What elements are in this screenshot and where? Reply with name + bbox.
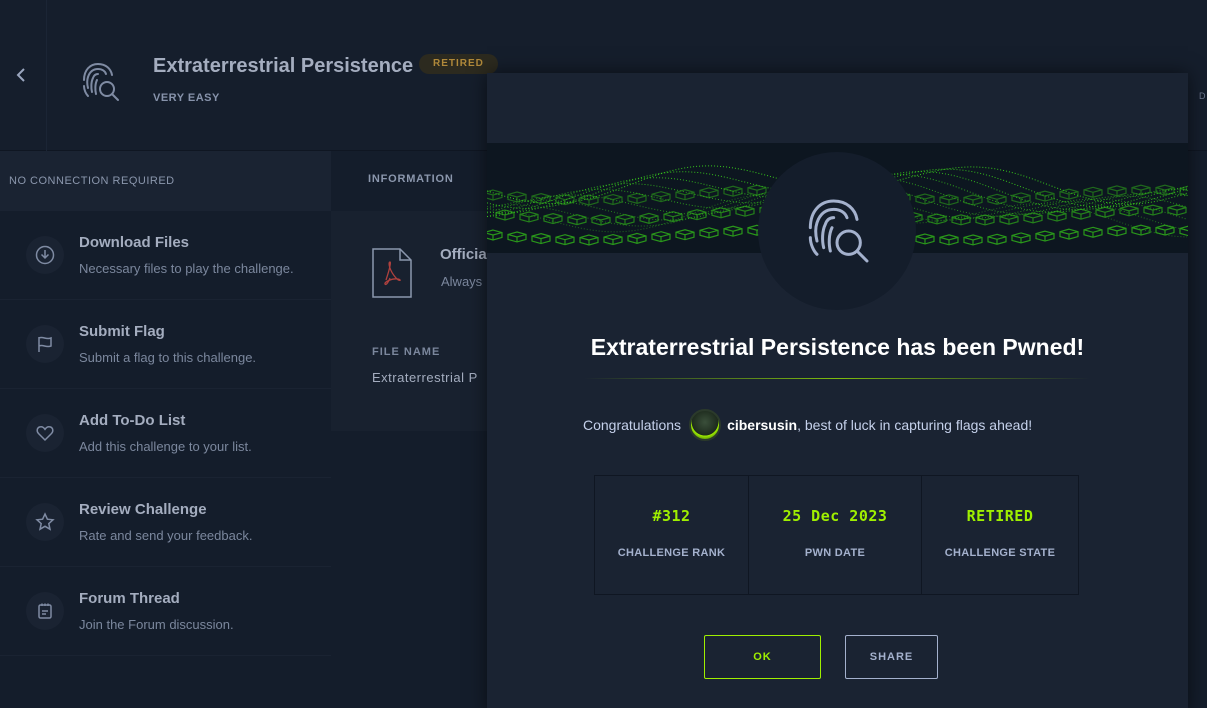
stat-pwn-date: 25 Dec 2023 PWN DATE [749, 476, 922, 594]
pwned-modal: Extraterrestrial Persistence has been Pw… [487, 73, 1188, 708]
sidebar-item-desc: Add this challenge to your list. [79, 439, 252, 454]
congrats-prefix: Congratulations [583, 417, 682, 433]
sidebar-item-forum-thread[interactable]: Forum Thread Join the Forum discussion. [0, 567, 331, 656]
congrats-suffix: , best of luck in capturing flags ahead! [797, 417, 1033, 433]
stats-grid: #312 CHALLENGE RANK 25 Dec 2023 PWN DATE… [594, 475, 1079, 595]
forum-icon [26, 592, 64, 630]
sidebar-item-title: Submit Flag [79, 323, 165, 340]
back-column [0, 0, 47, 151]
difficulty-label: VERY EASY [153, 92, 220, 104]
file-name-label: FILE NAME [372, 346, 441, 358]
congrats-line: Congratulations cibersusin , best of luc… [583, 408, 1032, 442]
ok-button[interactable]: OK [704, 635, 821, 679]
pdf-file-icon [372, 248, 412, 298]
sidebar-item-desc: Rate and send your feedback. [79, 528, 253, 543]
stat-value: 25 Dec 2023 [782, 507, 888, 525]
sidebar-item-download-files[interactable]: Download Files Necessary files to play t… [0, 211, 331, 300]
stat-label: PWN DATE [804, 547, 866, 559]
stat-challenge-rank: #312 CHALLENGE RANK [595, 476, 749, 594]
pwned-title: Extraterrestrial Persistence has been Pw… [590, 334, 1085, 360]
content-tabs: INFORMATION [331, 151, 491, 211]
stat-label: CHALLENGE STATE [944, 547, 1056, 559]
sidebar-item-title: Forum Thread [79, 590, 180, 607]
stat-value: #312 [652, 507, 691, 525]
status-badge: RETIRED [419, 54, 498, 74]
user-avatar [689, 409, 722, 441]
sidebar-item-add-todo[interactable]: Add To-Do List Add this challenge to you… [0, 389, 331, 478]
sidebar-item-desc: Necessary files to play the challenge. [79, 261, 294, 276]
username[interactable]: cibersusin [727, 417, 797, 433]
challenge-avatar [758, 152, 916, 310]
flag-icon [26, 325, 64, 363]
heart-icon [26, 414, 64, 452]
header-edge-text: D [1199, 91, 1206, 101]
star-icon [26, 503, 64, 541]
sidebar-item-title: Review Challenge [79, 501, 207, 518]
sidebar-item-review-challenge[interactable]: Review Challenge Rate and send your feed… [0, 478, 331, 567]
sidebar-item-submit-flag[interactable]: Submit Flag Submit a flag to this challe… [0, 300, 331, 389]
fingerprint-search-icon [808, 199, 869, 263]
chevron-left-icon [16, 68, 25, 82]
page-title: Extraterrestrial Persistence [153, 55, 414, 77]
back-button[interactable] [14, 66, 30, 84]
tab-information[interactable]: INFORMATION [368, 173, 454, 185]
fingerprint-search-icon [76, 58, 124, 106]
sidebar-item-title: Add To-Do List [79, 412, 186, 429]
file-name-value: Extraterrestrial P [372, 370, 478, 385]
sidebar-item-desc: Submit a flag to this challenge. [79, 350, 257, 365]
sidebar-item-desc: Join the Forum discussion. [79, 617, 234, 632]
connection-status: NO CONNECTION REQUIRED [0, 151, 331, 211]
sidebar: NO CONNECTION REQUIRED Download Files Ne… [0, 151, 331, 708]
sidebar-item-title: Download Files [79, 234, 190, 251]
stat-value: RETIRED [966, 507, 1034, 525]
stat-label: CHALLENGE RANK [617, 547, 726, 559]
stat-challenge-state: RETIRED CHALLENGE STATE [922, 476, 1078, 594]
official-writeup-sub: Always [441, 274, 483, 289]
information-panel: Officia Always FILE NAME Extraterrestria… [331, 211, 491, 431]
official-writeup-title: Officia [440, 246, 487, 263]
title-divider [584, 378, 1090, 379]
share-button[interactable]: SHARE [845, 635, 938, 679]
download-icon [26, 236, 64, 274]
